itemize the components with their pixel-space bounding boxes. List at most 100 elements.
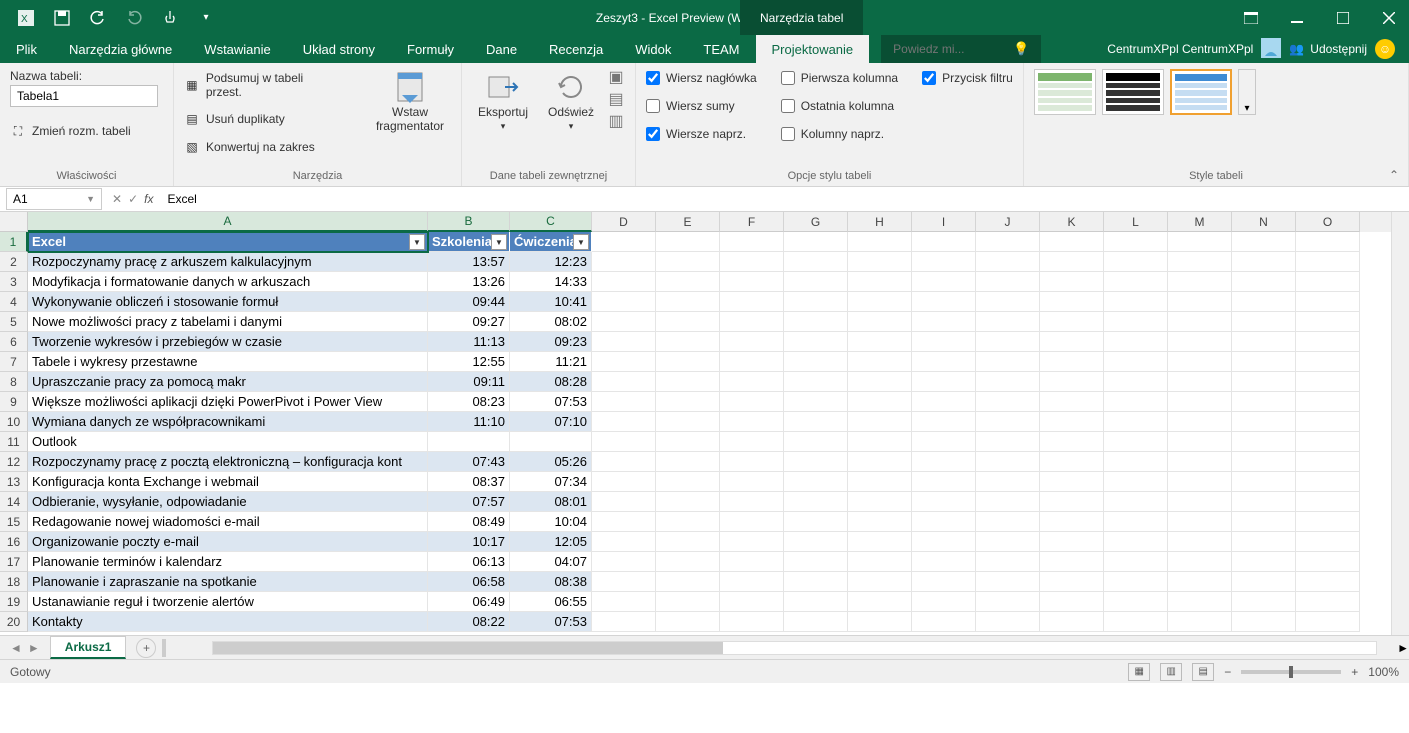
- column-header[interactable]: F: [720, 212, 784, 232]
- cell[interactable]: [912, 392, 976, 412]
- cell[interactable]: [592, 392, 656, 412]
- tab-plik[interactable]: Plik: [0, 35, 53, 63]
- formula-input[interactable]: [161, 192, 1409, 206]
- cell[interactable]: [912, 512, 976, 532]
- zoom-in-button[interactable]: +: [1351, 665, 1358, 679]
- filter-button-check[interactable]: Przycisk filtru: [922, 69, 1013, 87]
- cell[interactable]: [912, 492, 976, 512]
- cell[interactable]: [656, 532, 720, 552]
- cell[interactable]: [592, 432, 656, 452]
- cell[interactable]: 13:26: [428, 272, 510, 292]
- user-avatar[interactable]: [1261, 38, 1281, 61]
- cell[interactable]: [848, 512, 912, 532]
- share-button[interactable]: 👥Udostępnij: [1289, 42, 1367, 56]
- cell[interactable]: [1104, 232, 1168, 252]
- cell[interactable]: [656, 592, 720, 612]
- cell[interactable]: [1168, 492, 1232, 512]
- cell[interactable]: [784, 572, 848, 592]
- cell[interactable]: [1296, 572, 1360, 592]
- cell[interactable]: [976, 352, 1040, 372]
- fx-button[interactable]: fx: [144, 192, 153, 206]
- summarize-pivot-button[interactable]: ▦Podsumuj w tabeli przest.: [184, 69, 341, 101]
- cell[interactable]: [1168, 412, 1232, 432]
- row-header[interactable]: 19: [0, 592, 28, 612]
- cell[interactable]: [1104, 552, 1168, 572]
- banded-cols-check[interactable]: Kolumny naprz.: [781, 125, 898, 143]
- column-header[interactable]: J: [976, 212, 1040, 232]
- cell[interactable]: [592, 492, 656, 512]
- cell[interactable]: [976, 332, 1040, 352]
- cell[interactable]: [592, 412, 656, 432]
- touch-mode-button[interactable]: [158, 6, 182, 30]
- cell[interactable]: [656, 392, 720, 412]
- cell[interactable]: [1040, 612, 1104, 632]
- cell[interactable]: [848, 272, 912, 292]
- cell[interactable]: [784, 392, 848, 412]
- cell[interactable]: 10:41: [510, 292, 592, 312]
- export-button[interactable]: Eksportuj▾: [472, 69, 534, 134]
- cell[interactable]: [1040, 272, 1104, 292]
- cell[interactable]: [1232, 592, 1296, 612]
- cell[interactable]: [912, 472, 976, 492]
- cell[interactable]: Wykonywanie obliczeń i stosowanie formuł: [28, 292, 428, 312]
- cell[interactable]: Wymiana danych ze współpracownikami: [28, 412, 428, 432]
- cell[interactable]: [1168, 572, 1232, 592]
- cell[interactable]: [784, 332, 848, 352]
- cell[interactable]: 07:10: [510, 412, 592, 432]
- cell[interactable]: 08:28: [510, 372, 592, 392]
- cell[interactable]: 06:55: [510, 592, 592, 612]
- cell[interactable]: [848, 492, 912, 512]
- cell[interactable]: [1040, 312, 1104, 332]
- cell[interactable]: [592, 332, 656, 352]
- cell[interactable]: [1040, 332, 1104, 352]
- name-box[interactable]: A1▼: [6, 188, 102, 210]
- cell[interactable]: [1040, 432, 1104, 452]
- cell[interactable]: [1232, 312, 1296, 332]
- row-header[interactable]: 1: [0, 232, 28, 252]
- cell[interactable]: [720, 552, 784, 572]
- cancel-formula-button[interactable]: ✕: [112, 192, 122, 206]
- cell[interactable]: [1040, 392, 1104, 412]
- cell[interactable]: [848, 612, 912, 632]
- cell[interactable]: [1232, 372, 1296, 392]
- column-header[interactable]: D: [592, 212, 656, 232]
- cell[interactable]: [1040, 352, 1104, 372]
- cell[interactable]: [912, 332, 976, 352]
- cell[interactable]: Konfiguracja konta Exchange i webmail: [28, 472, 428, 492]
- cell[interactable]: [1232, 512, 1296, 532]
- cell[interactable]: [1168, 352, 1232, 372]
- cell[interactable]: 06:13: [428, 552, 510, 572]
- vertical-scrollbar[interactable]: [1391, 212, 1409, 635]
- cell[interactable]: [1232, 452, 1296, 472]
- table-style-option[interactable]: [1102, 69, 1164, 115]
- header-row-check[interactable]: Wiersz nagłówka: [646, 69, 757, 87]
- cell[interactable]: [1104, 252, 1168, 272]
- cell[interactable]: 07:57: [428, 492, 510, 512]
- cell[interactable]: [1296, 332, 1360, 352]
- cell[interactable]: [976, 492, 1040, 512]
- cell[interactable]: [1296, 452, 1360, 472]
- cell[interactable]: [592, 552, 656, 572]
- cell[interactable]: [976, 532, 1040, 552]
- cell[interactable]: [1104, 332, 1168, 352]
- cell[interactable]: [1104, 432, 1168, 452]
- cell[interactable]: [912, 552, 976, 572]
- filter-button[interactable]: ▼: [491, 234, 507, 250]
- cell[interactable]: [1040, 552, 1104, 572]
- select-all-corner[interactable]: [0, 212, 28, 232]
- cell[interactable]: [976, 372, 1040, 392]
- cell[interactable]: [784, 512, 848, 532]
- cell[interactable]: [1040, 252, 1104, 272]
- cell[interactable]: [656, 292, 720, 312]
- cell[interactable]: [1232, 352, 1296, 372]
- cell[interactable]: [592, 532, 656, 552]
- row-header[interactable]: 13: [0, 472, 28, 492]
- cell[interactable]: [784, 292, 848, 312]
- row-header[interactable]: 7: [0, 352, 28, 372]
- cell[interactable]: [1104, 452, 1168, 472]
- cell[interactable]: 09:11: [428, 372, 510, 392]
- cell[interactable]: [1232, 292, 1296, 312]
- cell[interactable]: 12:55: [428, 352, 510, 372]
- cell[interactable]: [848, 392, 912, 412]
- column-header[interactable]: H: [848, 212, 912, 232]
